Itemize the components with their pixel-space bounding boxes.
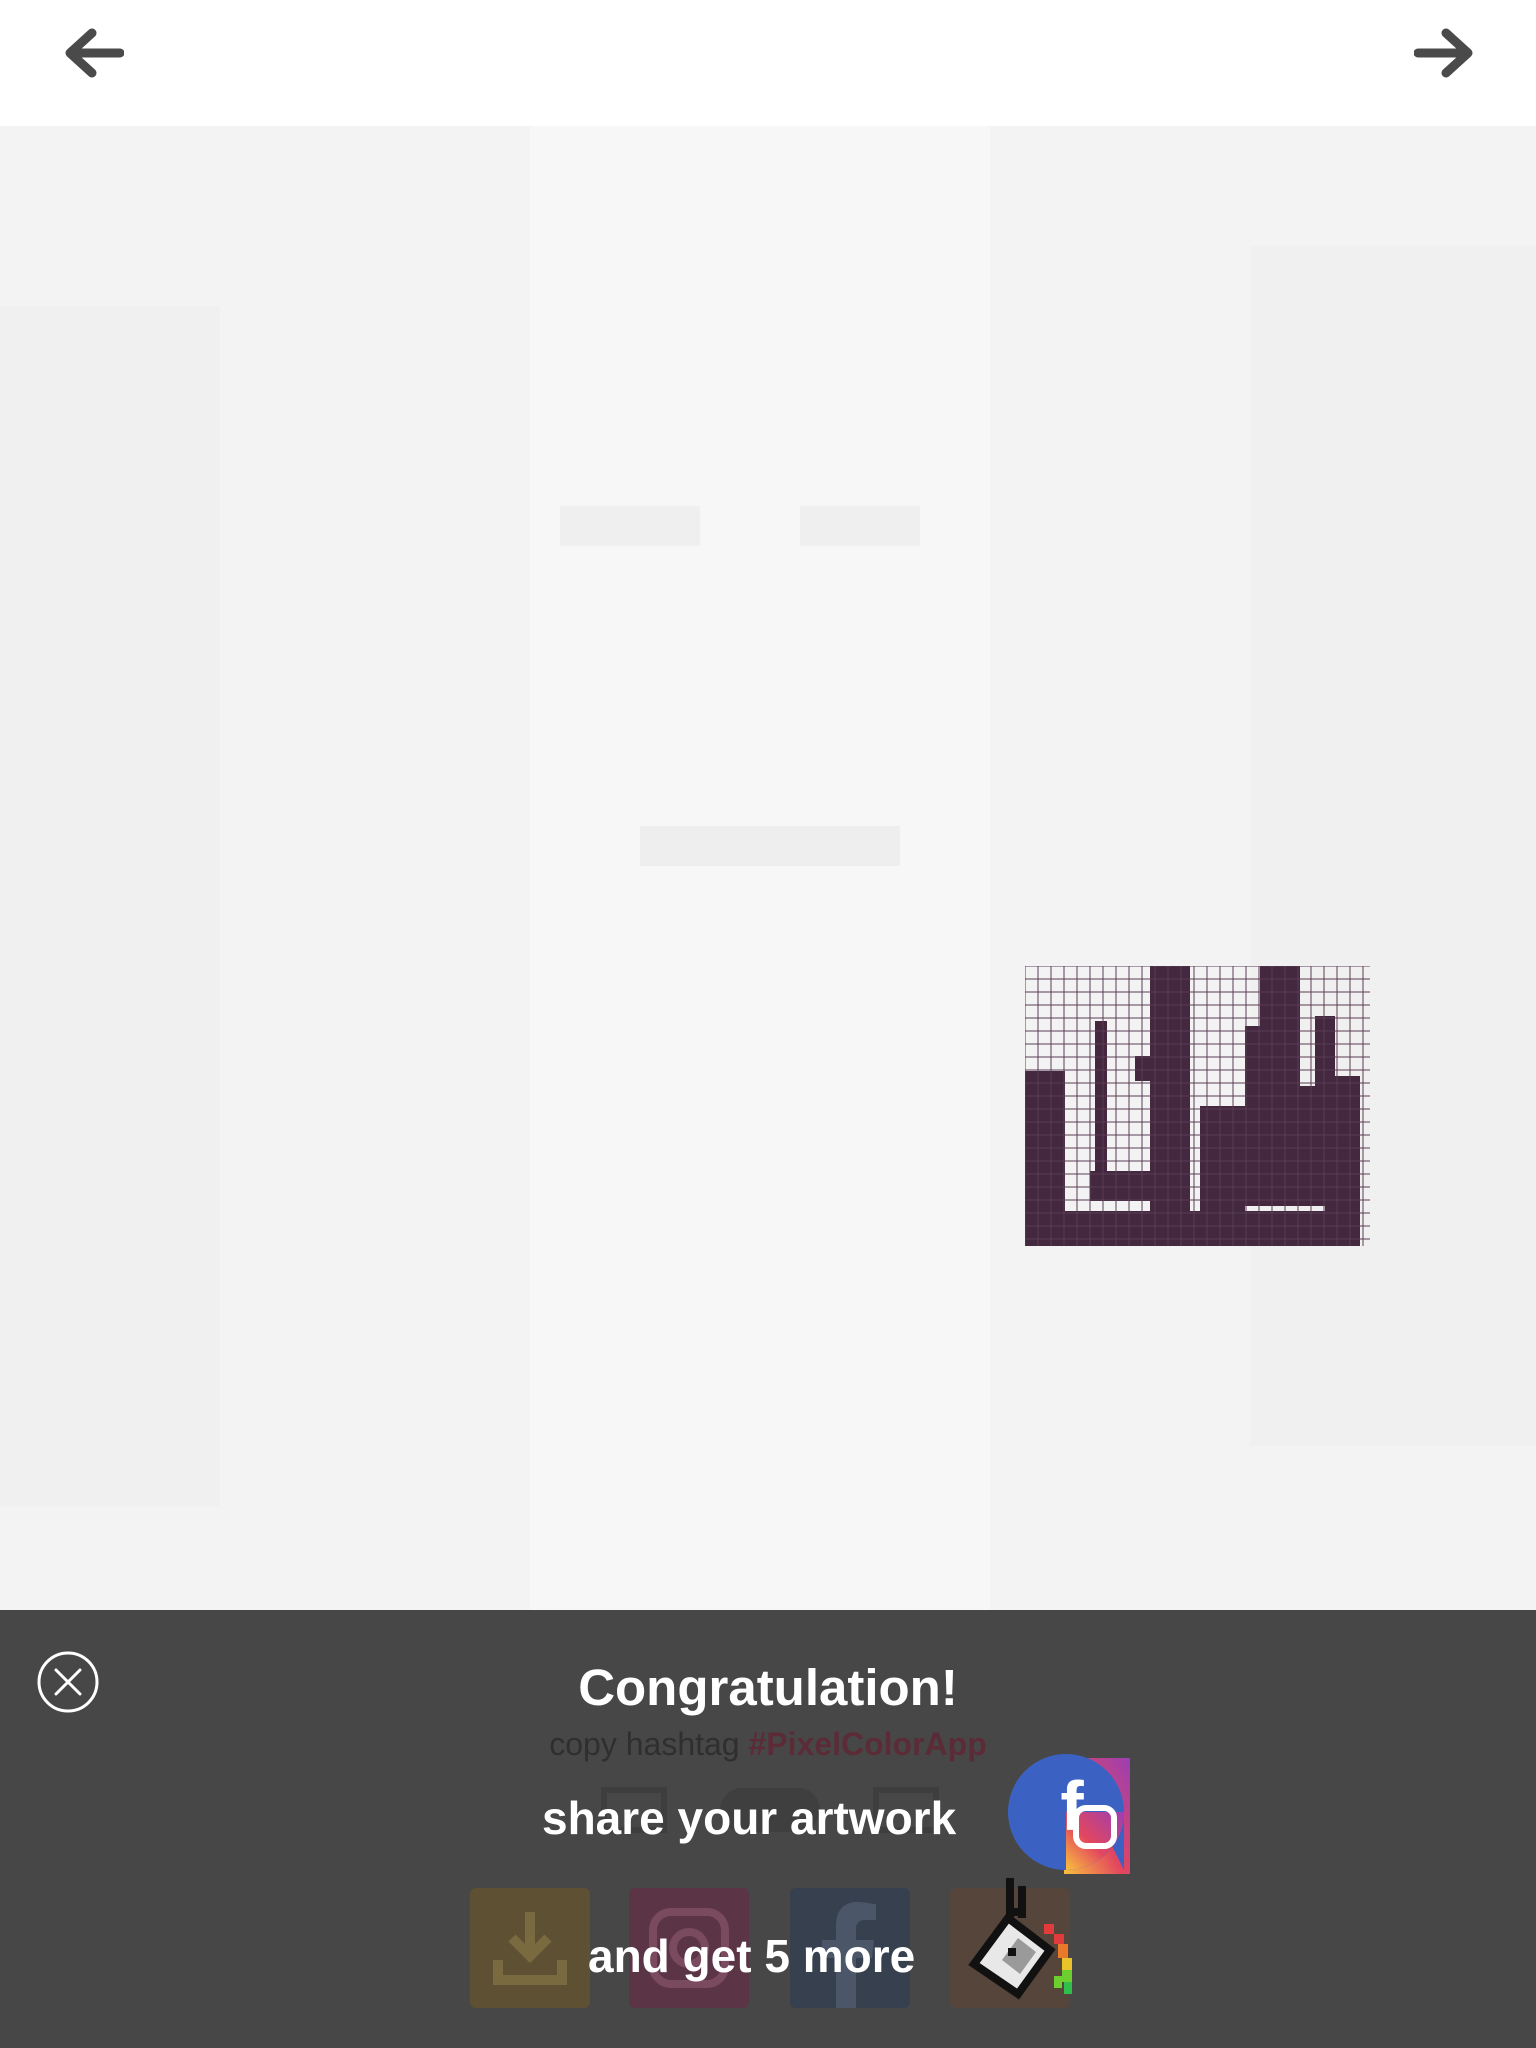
svg-text:f: f xyxy=(1060,1767,1084,1845)
painted-pixel-block xyxy=(1025,1211,1325,1246)
painted-pixel-block xyxy=(1150,966,1190,1246)
hashtag-line[interactable]: copy hashtag #PixelColorApp xyxy=(0,1724,1536,1764)
back-button[interactable] xyxy=(52,22,132,84)
top-bar xyxy=(0,0,1536,126)
arrow-right-icon xyxy=(1414,28,1473,78)
download-icon xyxy=(493,1912,567,1985)
paint-bucket-icon xyxy=(968,1878,1072,2000)
painted-pixel-block xyxy=(1260,966,1300,1146)
coloring-canvas[interactable] xyxy=(0,126,1536,1610)
pixel-grid-background xyxy=(0,126,1536,1610)
painted-pixel-block xyxy=(1135,1056,1165,1081)
painted-pixel-block xyxy=(1095,1021,1107,1191)
reward-text: and get 5 more xyxy=(588,1930,916,1982)
next-button[interactable] xyxy=(1406,22,1486,84)
painted-pixel-block xyxy=(1025,1071,1037,1089)
share-text: share your artwork xyxy=(542,1792,957,1844)
hashtag: #PixelColorApp xyxy=(748,1726,987,1762)
hashtag-prefix: copy hashtag xyxy=(549,1726,740,1762)
save-button[interactable] xyxy=(470,1888,590,2008)
congratulation-title: Congratulation! xyxy=(578,1659,958,1716)
facebook-instagram-icon[interactable]: f xyxy=(1006,1750,1134,1878)
painted-pixels xyxy=(1025,966,1370,1246)
congratulation-panel: Congratulation! copy hashtag #PixelColor… xyxy=(0,1610,1536,2048)
arrow-left-icon xyxy=(65,28,124,78)
